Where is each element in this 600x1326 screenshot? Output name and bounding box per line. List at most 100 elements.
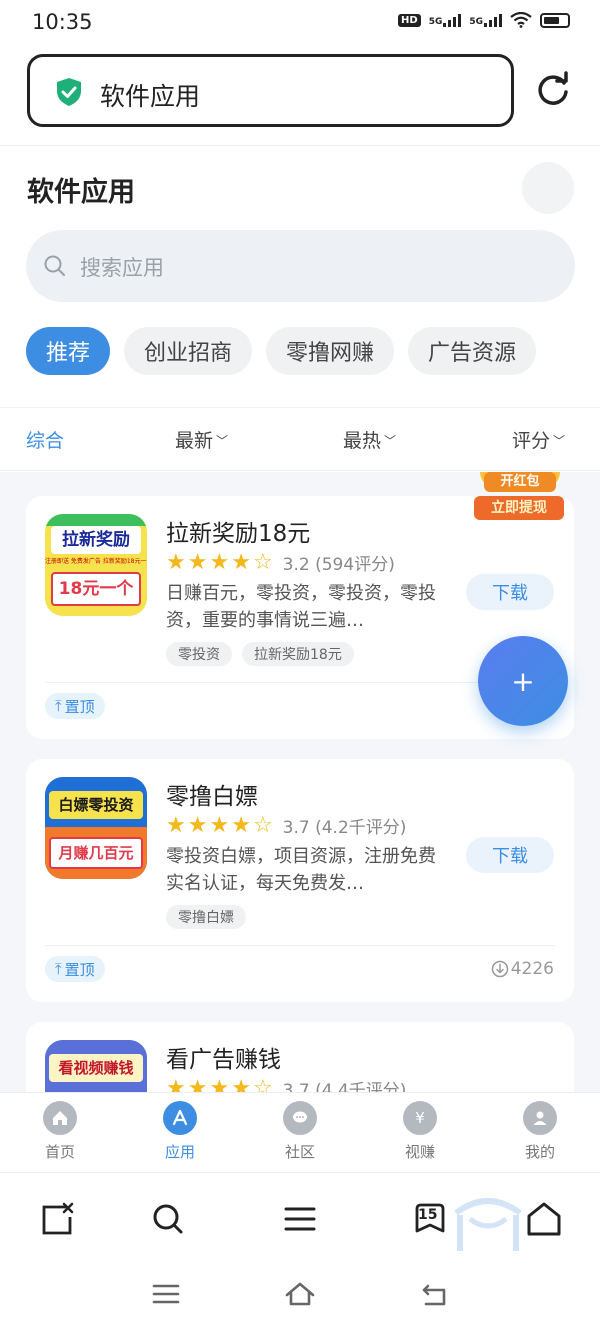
red-packet-label: 开红包 xyxy=(484,472,556,492)
signal-2-icon: 5G xyxy=(469,13,502,27)
category-chips: 推荐 创业招商 零撸网赚 广告资源 xyxy=(26,327,537,375)
battery-icon xyxy=(540,12,570,28)
star-empty-icon: ☆ xyxy=(252,1075,273,1092)
divider xyxy=(45,945,555,946)
app-description: 日赚百元，零投资，零投资，零投资，重要的事情说三遍… xyxy=(166,583,436,631)
rating: ★ ★ ★ ★ ☆ 3.7 (4.4千评分) xyxy=(166,1076,406,1092)
star-empty-icon: ☆ xyxy=(252,549,273,575)
home-icon xyxy=(43,1101,77,1135)
chip-ad-resources[interactable]: 广告资源 xyxy=(408,327,537,375)
tag[interactable]: 零投资 xyxy=(166,642,232,666)
rating: ★ ★ ★ ★ ☆ 3.7 (4.2千评分) xyxy=(166,813,406,838)
bottom-tab-bar: 首页 应用 社区 ¥ 视赚 我的 xyxy=(0,1092,600,1172)
withdraw-label: 立即提现 xyxy=(474,496,564,520)
arrow-up-icon: ⤒ xyxy=(55,697,62,715)
download-icon xyxy=(491,960,508,978)
app-icon: 拉新奖励 注册即送 免费发广告 拉新奖励18元一个 18元一个 xyxy=(45,514,147,616)
menu-icon[interactable] xyxy=(280,1199,320,1239)
tabs-button[interactable]: 15 xyxy=(410,1199,450,1239)
hd-icon: HD xyxy=(398,13,421,27)
tab-video-earn[interactable]: ¥ 视赚 xyxy=(380,1101,460,1162)
pin-badge[interactable]: ⤒ 置顶 xyxy=(45,693,105,719)
status-icons: HD 5G 5G xyxy=(398,12,570,28)
star-icon: ★ xyxy=(209,549,230,575)
home-nav-icon[interactable] xyxy=(284,1278,316,1310)
rating-text: 3.2 (594评分) xyxy=(282,555,395,575)
tab-count: 15 xyxy=(418,1207,438,1223)
app-icon: 白嫖零投资 月赚几百元 xyxy=(45,777,147,879)
list-item[interactable]: 看视频赚钱 看广告赚钱 ★ ★ ★ ★ ☆ 3.7 (4.4千评分) xyxy=(26,1022,574,1092)
star-icon: ★ xyxy=(209,812,230,838)
chip-recommend[interactable]: 推荐 xyxy=(26,327,111,375)
user-icon xyxy=(523,1101,557,1135)
add-fab-button[interactable]: + xyxy=(478,636,568,726)
tag[interactable]: 零撸白嫖 xyxy=(166,905,246,929)
chip-business[interactable]: 创业招商 xyxy=(124,327,253,375)
home-icon[interactable] xyxy=(524,1199,564,1239)
search-icon xyxy=(44,255,65,276)
star-icon: ★ xyxy=(166,1075,186,1092)
tab-profile[interactable]: 我的 xyxy=(500,1101,580,1162)
app-description: 零投资白嫖，项目资源，注册免费实名认证，每天免费发… xyxy=(166,846,436,894)
app-name: 看广告赚钱 xyxy=(166,1047,281,1073)
wifi-icon xyxy=(510,12,532,28)
tab-home[interactable]: 首页 xyxy=(20,1101,100,1162)
system-navigation xyxy=(0,1264,600,1326)
search-icon[interactable] xyxy=(148,1199,188,1239)
rating-text: 3.7 (4.2千评分) xyxy=(282,818,407,838)
chip-zero-earn[interactable]: 零撸网赚 xyxy=(266,327,395,375)
search-placeholder: 搜索应用 xyxy=(80,256,164,280)
sort-newest[interactable]: 最新 ﹀ xyxy=(175,426,228,453)
chevron-down-icon: ﹀ xyxy=(384,434,397,448)
status-bar: 10:35 HD 5G 5G xyxy=(0,0,600,46)
chat-icon xyxy=(283,1101,317,1135)
tab-community[interactable]: 社区 xyxy=(260,1101,340,1162)
address-title: 软件应用 xyxy=(100,82,201,111)
tag-list: 零投资 拉新奖励18元 xyxy=(166,642,354,666)
search-input[interactable]: 搜索应用 xyxy=(26,230,575,302)
address-bar[interactable]: 软件应用 xyxy=(27,54,514,127)
chevron-down-icon: ﹀ xyxy=(553,434,566,448)
star-icon: ★ xyxy=(209,1075,230,1092)
download-button[interactable]: 下载 xyxy=(466,574,554,610)
back-icon[interactable] xyxy=(418,1278,450,1310)
refresh-icon[interactable] xyxy=(533,70,573,110)
arrow-up-icon: ⤒ xyxy=(55,960,62,978)
star-icon: ★ xyxy=(166,549,186,575)
download-button[interactable]: 下载 xyxy=(466,837,554,873)
sort-hottest[interactable]: 最热 ﹀ xyxy=(343,426,396,453)
star-icon: ★ xyxy=(231,1075,251,1092)
red-packet-widget[interactable]: 开红包 立即提现 xyxy=(474,472,566,526)
status-time: 10:35 xyxy=(32,10,93,34)
mascot-icon xyxy=(454,1198,522,1251)
star-icon: ★ xyxy=(187,812,208,838)
list-item[interactable]: 白嫖零投资 月赚几百元 零撸白嫖 ★ ★ ★ ★ ☆ 3.7 (4.2千评分) … xyxy=(26,759,574,1002)
app-list: 拉新奖励 注册即送 免费发广告 拉新奖励18元一个 18元一个 拉新奖励18元 … xyxy=(0,472,600,1092)
divider xyxy=(0,145,600,146)
page-title: 软件应用 xyxy=(27,177,135,208)
rating: ★ ★ ★ ★ ☆ 3.2 (594评分) xyxy=(166,550,395,575)
pin-badge[interactable]: ⤒ 置顶 xyxy=(45,956,105,982)
sort-bar: 综合 最新 ﹀ 最热 ﹀ 评分 ﹀ xyxy=(0,407,600,471)
star-icon: ★ xyxy=(187,549,208,575)
sort-overall[interactable]: 综合 xyxy=(26,426,64,453)
tag-list: 零撸白嫖 xyxy=(166,905,246,929)
star-icon: ★ xyxy=(231,549,251,575)
close-tab-icon[interactable] xyxy=(38,1199,78,1239)
signal-1-icon: 5G xyxy=(429,13,462,27)
star-icon: ★ xyxy=(166,812,186,838)
download-count: 4226 xyxy=(491,959,554,979)
app-store-icon xyxy=(163,1101,197,1135)
tab-apps[interactable]: 应用 xyxy=(140,1101,220,1162)
app-name: 拉新奖励18元 xyxy=(166,521,311,547)
recent-apps-icon[interactable] xyxy=(150,1278,182,1310)
rating-text: 3.7 (4.4千评分) xyxy=(282,1081,407,1092)
star-empty-icon: ☆ xyxy=(252,812,273,838)
star-icon: ★ xyxy=(187,1075,208,1092)
sort-rating[interactable]: 评分 ﹀ xyxy=(512,426,565,453)
chevron-down-icon: ﹀ xyxy=(216,434,229,448)
tag[interactable]: 拉新奖励18元 xyxy=(242,642,354,666)
browser-toolbar: 15 xyxy=(0,1172,600,1264)
avatar[interactable] xyxy=(522,162,574,214)
yen-icon: ¥ xyxy=(403,1101,437,1135)
